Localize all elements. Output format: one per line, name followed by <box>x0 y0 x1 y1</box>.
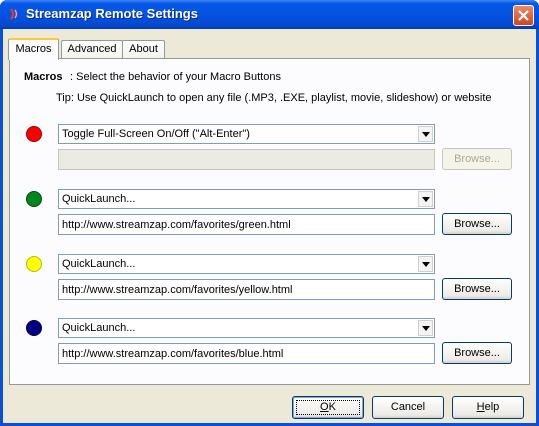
close-button[interactable] <box>513 5 534 26</box>
dropdown-arrow-icon[interactable] <box>418 191 433 207</box>
macros-heading: Macros <box>24 71 63 83</box>
tab-advanced[interactable]: Advanced <box>61 40 123 58</box>
close-x-icon <box>518 10 529 21</box>
tab-macros-label: Macros <box>15 43 52 55</box>
green-action-select[interactable]: QuickLaunch... <box>58 189 435 209</box>
green-path-value: http://www.streamzap.com/favorites/green… <box>62 219 291 231</box>
yellow-browse-button[interactable]: Browse... <box>442 278 512 300</box>
help-label: Help <box>477 401 500 413</box>
tab-macros[interactable]: Macros <box>8 38 59 60</box>
dropdown-arrow-icon[interactable] <box>418 320 433 336</box>
window-title: Streamzap Remote Settings <box>26 6 198 21</box>
help-label-post: elp <box>484 401 500 413</box>
red-path-field <box>58 149 435 170</box>
help-button[interactable]: Help <box>452 396 524 419</box>
yellow-path-field[interactable]: http://www.streamzap.com/favorites/yello… <box>58 279 435 300</box>
tab-advanced-label: Advanced <box>67 43 117 55</box>
yellow-browse-label: Browse... <box>454 283 500 295</box>
red-browse-label: Browse... <box>454 153 500 165</box>
quicklaunch-tip: Tip: Use QuickLaunch to open any file (.… <box>56 92 492 104</box>
green-browse-label: Browse... <box>454 218 500 230</box>
dropdown-arrow-icon[interactable] <box>418 256 433 272</box>
dialog-client-area: Macros Advanced About Macros : Select th… <box>3 29 536 423</box>
blue-browse-label: Browse... <box>454 347 500 359</box>
green-path-field[interactable]: http://www.streamzap.com/favorites/green… <box>58 214 435 235</box>
yellow-action-select[interactable]: QuickLaunch... <box>58 254 435 274</box>
blue-action-select[interactable]: QuickLaunch... <box>58 318 435 338</box>
red-browse-button: Browse... <box>442 148 512 170</box>
blue-path-value: http://www.streamzap.com/favorites/blue.… <box>62 348 284 360</box>
cancel-label: Cancel <box>390 401 426 413</box>
tab-about-label: About <box>129 43 158 55</box>
help-label-accel: H <box>476 401 485 413</box>
yellow-button-indicator <box>26 256 42 272</box>
ok-button[interactable]: OK <box>292 396 364 419</box>
blue-browse-button[interactable]: Browse... <box>442 342 512 364</box>
tab-strip: Macros Advanced About <box>8 38 528 60</box>
blue-path-field[interactable]: http://www.streamzap.com/favorites/blue.… <box>58 343 435 364</box>
dropdown-arrow-icon[interactable] <box>418 126 433 142</box>
yellow-path-value: http://www.streamzap.com/favorites/yello… <box>62 284 293 296</box>
macros-description: : Select the behavior of your Macro Butt… <box>70 71 281 83</box>
tab-about[interactable]: About <box>122 40 165 58</box>
green-button-indicator <box>26 191 42 207</box>
red-button-indicator <box>26 126 42 142</box>
red-action-value: Toggle Full-Screen On/Off ("Alt-Enter") <box>62 128 250 140</box>
cancel-button[interactable]: Cancel <box>372 396 444 419</box>
green-browse-button[interactable]: Browse... <box>442 213 512 235</box>
focus-rectangle <box>296 400 360 415</box>
yellow-action-value: QuickLaunch... <box>62 258 136 270</box>
streamzap-logo-icon <box>7 7 21 21</box>
blue-action-value: QuickLaunch... <box>62 322 136 334</box>
blue-button-indicator <box>26 320 42 336</box>
red-action-select[interactable]: Toggle Full-Screen On/Off ("Alt-Enter") <box>58 124 435 144</box>
macros-panel: Macros : Select the behavior of your Mac… <box>9 58 530 385</box>
settings-window: Streamzap Remote Settings Macros Advance… <box>0 0 539 426</box>
title-bar[interactable]: Streamzap Remote Settings <box>0 0 539 29</box>
green-action-value: QuickLaunch... <box>62 193 136 205</box>
